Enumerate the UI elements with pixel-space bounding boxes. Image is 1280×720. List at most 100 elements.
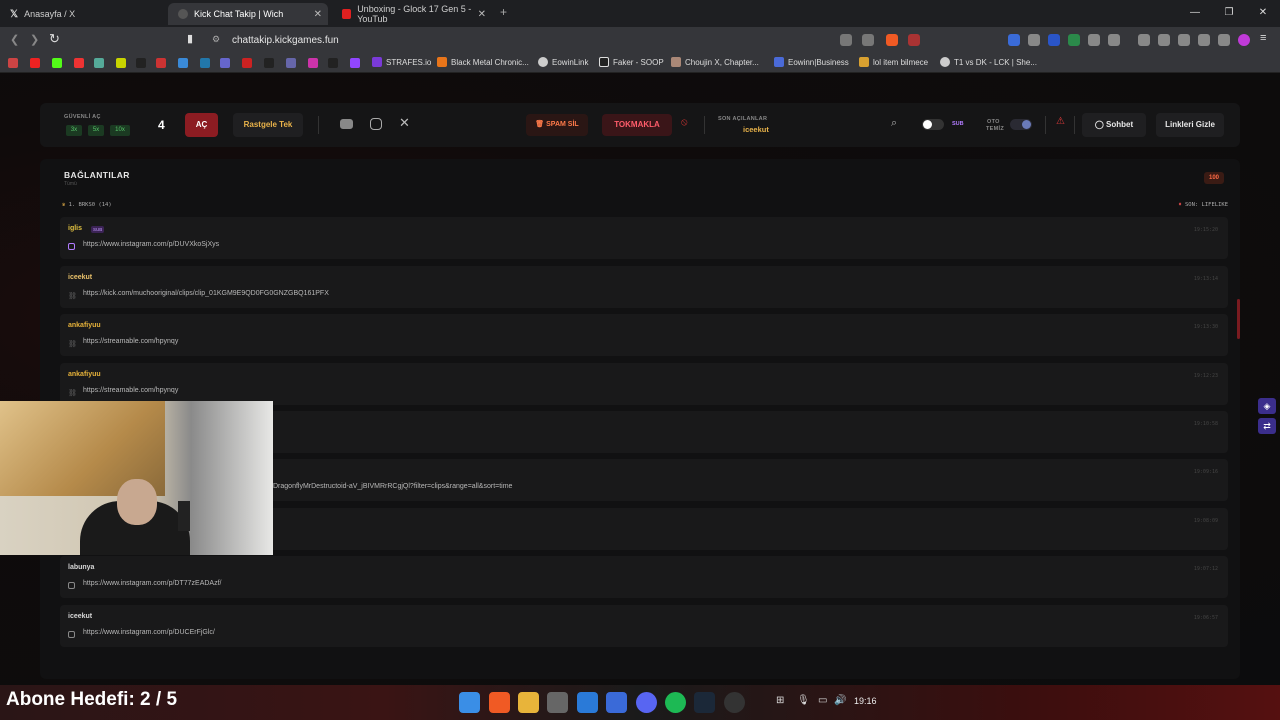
bookmark-icon[interactable] (200, 58, 210, 68)
block-icon[interactable]: ⦸ (681, 117, 688, 128)
extension-icon[interactable] (1108, 34, 1120, 46)
link-user[interactable]: iceekut (68, 274, 92, 281)
extension-icon[interactable] (1068, 34, 1080, 46)
discord-icon[interactable] (636, 692, 657, 713)
hide-links-button[interactable]: Linkleri Gizle (1156, 113, 1224, 137)
site-settings-icon[interactable]: ⚙ (212, 34, 220, 45)
link-row[interactable]: iceekut https://www.instagram.com/p/DUCE… (60, 605, 1228, 647)
bookmark-item[interactable]: Black Metal Chronic... (437, 57, 529, 67)
wallet-icon[interactable] (1178, 34, 1190, 46)
count-input[interactable]: 4 (158, 118, 165, 132)
tab-kick-chat[interactable]: Kick Chat Takip | Wich ✕ (168, 3, 328, 25)
link-user[interactable]: labunya (68, 564, 94, 571)
tray-icon[interactable]: ⊞ (776, 695, 784, 706)
link-user[interactable]: ankafiyuu (68, 322, 101, 329)
link-url[interactable]: DragonflyMrDestructoid-aV_jBIVMRrRCgjQl?… (273, 483, 512, 490)
tab-youtube[interactable]: Unboxing - Glock 17 Gen 5 - YouTub ✕ (332, 3, 492, 25)
open-button[interactable]: AÇ (185, 113, 218, 137)
music-icon[interactable] (1138, 34, 1150, 46)
sub-toggle[interactable] (922, 119, 944, 130)
link-user[interactable]: ankafiyuu (68, 371, 101, 378)
steam-icon[interactable] (694, 692, 715, 713)
gmail-icon[interactable] (8, 58, 18, 68)
x-icon[interactable]: ✕ (399, 115, 410, 131)
volume-icon[interactable]: 🔊 (834, 695, 846, 706)
last-opened-user[interactable]: iceekut (743, 125, 769, 134)
chat-button[interactable]: ◯ Sohbet (1082, 113, 1146, 137)
multiplier-10x[interactable]: 10x (110, 125, 130, 136)
link-url[interactable]: https://streamable.com/hpynqy (83, 338, 178, 345)
bookmark-item[interactable]: EowinLink (538, 57, 588, 67)
bookmark-icon[interactable] (286, 58, 296, 68)
hammer-button[interactable]: TOKMAKLA (602, 114, 672, 136)
tiktok-icon[interactable] (136, 58, 146, 68)
network-icon[interactable]: ▭ (818, 695, 827, 706)
link-url[interactable]: https://www.instagram.com/p/DUVXkoSjXys (83, 241, 219, 248)
close-window-icon[interactable]: ✕ (1246, 0, 1280, 27)
mic-icon[interactable]: 🎙 (797, 695, 810, 706)
warning-icon[interactable]: ⚠ (1056, 116, 1065, 127)
sidebar-icon[interactable] (1158, 34, 1170, 46)
spotify-icon[interactable] (665, 692, 686, 713)
search-icon[interactable]: ⌕ (891, 117, 897, 130)
twitch-icon[interactable] (350, 58, 360, 68)
link-row[interactable]: iglis SUB https://www.instagram.com/p/DU… (60, 217, 1228, 259)
translate-icon[interactable]: ⇄ (1258, 418, 1276, 434)
bookmark-item[interactable]: lol item bilmece (859, 57, 928, 67)
bookmark-item[interactable]: Choujin X, Chapter... (671, 57, 759, 67)
x-icon[interactable] (264, 58, 274, 68)
bookmark-item[interactable]: STRAFES.io (372, 57, 431, 67)
new-tab-button[interactable]: + (500, 5, 507, 19)
back-icon[interactable]: ❮ (10, 33, 19, 46)
scrollbar[interactable] (1237, 299, 1240, 339)
link-user[interactable]: iceekut (68, 613, 92, 620)
puzzle-icon[interactable] (1088, 34, 1100, 46)
forward-icon[interactable]: ❯ (30, 33, 39, 46)
link-row[interactable]: iceekut ⛓ https://kick.com/muchooriginal… (60, 266, 1228, 308)
link-user[interactable]: iglis (68, 225, 82, 232)
camera-off-icon[interactable] (840, 34, 852, 46)
restore-icon[interactable]: ❐ (1212, 0, 1246, 27)
obs-icon[interactable] (724, 692, 745, 713)
app-icon[interactable] (606, 692, 627, 713)
link-url[interactable]: https://www.instagram.com/p/DT77zEADAzf/ (83, 580, 222, 587)
clock[interactable]: 19:16 (854, 696, 877, 706)
tools-icon[interactable] (547, 692, 568, 713)
link-url[interactable]: https://www.instagram.com/p/DUCErFjGlc/ (83, 629, 215, 636)
spam-delete-button[interactable]: 🗑 SPAM SİL (526, 114, 588, 136)
share-icon[interactable] (862, 34, 874, 46)
profile-icon[interactable] (1238, 34, 1250, 46)
bookmark-item[interactable]: Eowinn|Business (774, 57, 849, 67)
extension-icon[interactable] (1048, 34, 1060, 46)
kick-icon[interactable] (52, 58, 62, 68)
multiplier-5x[interactable]: 5x (88, 125, 104, 136)
link-url[interactable]: https://streamable.com/hpynqy (83, 387, 178, 394)
link-row[interactable]: ankafiyuu ⛓ https://streamable.com/hpynq… (60, 363, 1228, 405)
auto-clean-toggle[interactable] (1010, 119, 1032, 130)
bookmark-item[interactable]: T1 vs DK - LCK | She... (940, 57, 1037, 67)
address-bar[interactable]: ⚙ chattakip.kickgames.fun (203, 31, 928, 50)
youtube-icon[interactable] (340, 119, 353, 129)
bookmark-item[interactable]: Faker - SOOP (599, 57, 664, 67)
brave-icon[interactable] (489, 692, 510, 713)
brave-shield-icon[interactable] (886, 34, 898, 46)
bookmark-icon[interactable] (116, 58, 126, 68)
bookmark-icon[interactable] (220, 58, 230, 68)
instagram-icon[interactable] (308, 58, 318, 68)
link-row[interactable]: labunya https://www.instagram.com/p/DT77… (60, 556, 1228, 598)
windows-start-icon[interactable] (459, 692, 480, 713)
minimize-icon[interactable]: — (1178, 0, 1212, 27)
tab-x-home[interactable]: 𝕏 Anasayfa / X (0, 3, 165, 25)
extension-icon[interactable] (1028, 34, 1040, 46)
extension-icon[interactable] (1198, 34, 1210, 46)
link-url[interactable]: https://kick.com/muchooriginal/clips/cli… (83, 290, 329, 297)
instagram-icon[interactable] (370, 118, 382, 130)
photos-icon[interactable] (577, 692, 598, 713)
bookmark-icon[interactable]: ▮ (187, 32, 193, 45)
random-one-button[interactable]: Rastgele Tek (233, 113, 303, 137)
bookmark-icon[interactable] (94, 58, 104, 68)
multiplier-3x[interactable]: 3x (66, 125, 82, 136)
reload-icon[interactable]: ↻ (49, 31, 60, 47)
bookmark-icon[interactable] (328, 58, 338, 68)
close-icon[interactable]: ✕ (478, 9, 486, 20)
